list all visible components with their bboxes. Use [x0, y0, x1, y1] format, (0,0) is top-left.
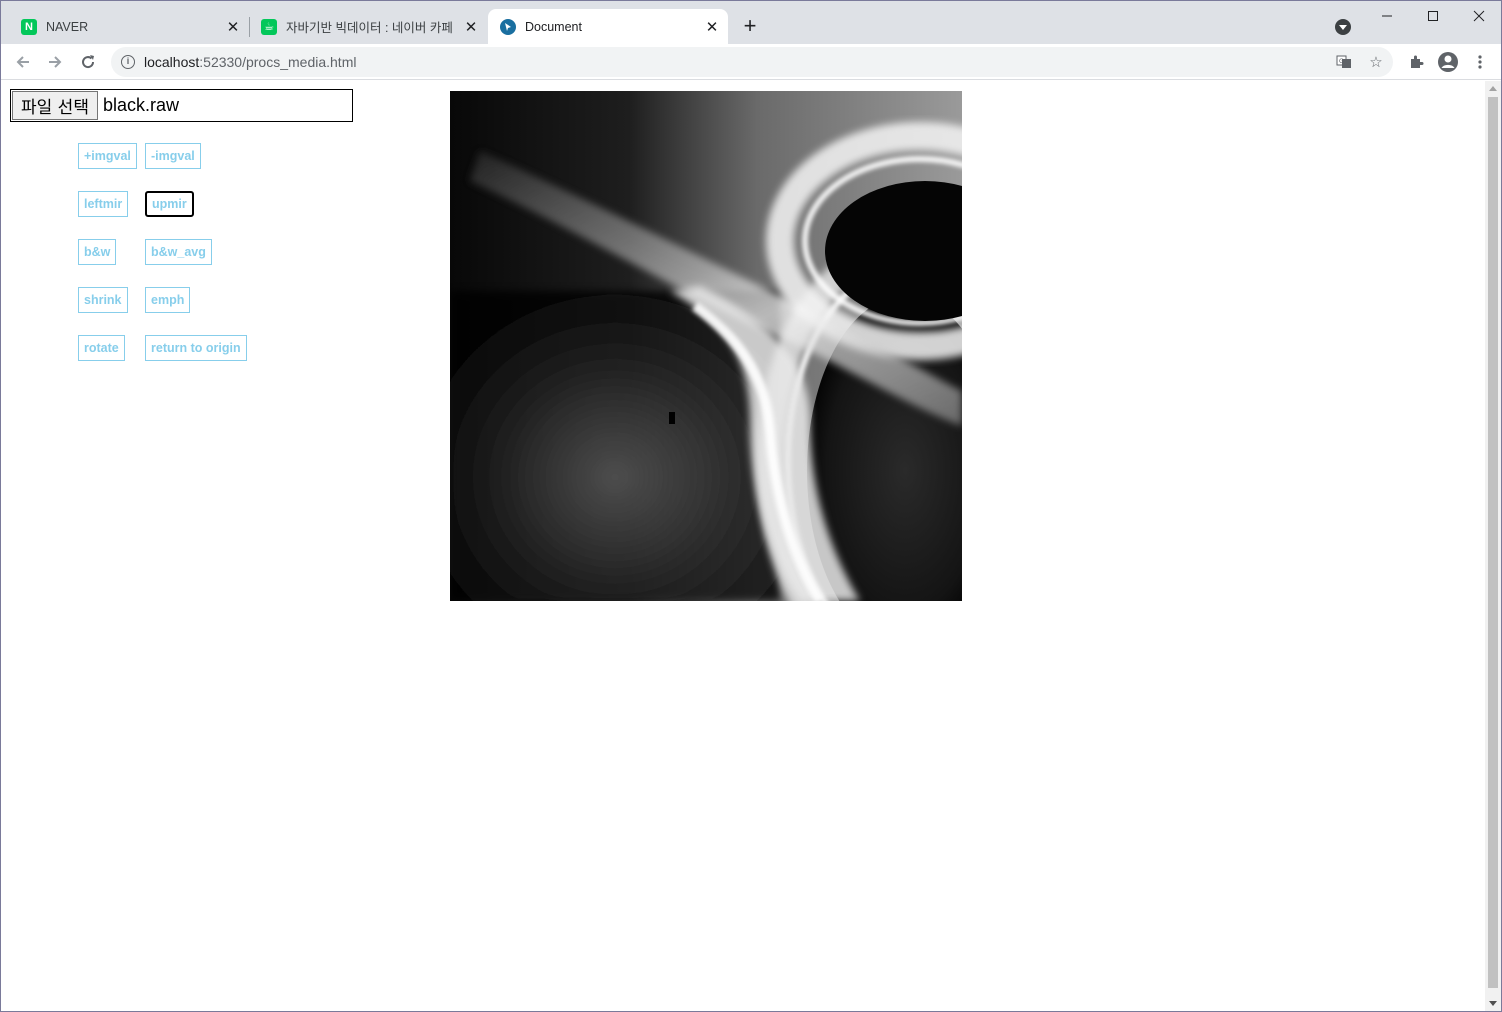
bw-button[interactable]: b&w [78, 239, 117, 265]
new-tab-icon[interactable]: + [739, 15, 761, 37]
reload-icon[interactable] [76, 50, 100, 74]
rotate-button[interactable]: rotate [78, 335, 125, 361]
emph-button[interactable]: emph [145, 287, 191, 313]
page-scrollbar[interactable] [1485, 81, 1501, 1011]
tab-naver[interactable]: N NAVER ✕ [1, 9, 249, 44]
selected-file-name: black.raw [102, 95, 179, 115]
translate-icon[interactable]: G [1334, 52, 1354, 72]
site-info-icon[interactable]: i [121, 55, 135, 69]
naver-favicon-icon: N [21, 18, 37, 35]
url-path: :52330/procs_media.html [199, 54, 357, 70]
back-icon[interactable] [11, 50, 35, 74]
tab-title: Document [525, 19, 582, 34]
tab-naver-cafe[interactable]: ☕ 자바기반 빅데이터 : 네이버 카페 ✕ [251, 9, 487, 44]
tab-search-icon[interactable] [1335, 19, 1351, 35]
tab-separator [249, 17, 250, 37]
minimize-icon[interactable] [1364, 1, 1410, 31]
tab-strip: N NAVER ✕ ☕ 자바기반 빅데이터 : 네이버 카페 ✕ Documen… [1, 1, 1501, 44]
svg-text:G: G [1339, 58, 1344, 65]
profile-avatar-icon[interactable] [1436, 50, 1460, 74]
bw-avg-button[interactable]: b&w_avg [145, 239, 212, 265]
url-host: localhost [144, 54, 200, 70]
document-favicon-icon [500, 18, 516, 35]
close-window-icon[interactable] [1456, 1, 1501, 31]
tab-title: NAVER [46, 19, 89, 34]
file-input[interactable]: 파일 선택 black.raw [10, 89, 353, 122]
close-tab-icon[interactable]: ✕ [704, 19, 720, 36]
upmir-button[interactable]: upmir [145, 191, 194, 217]
image-canvas[interactable] [450, 91, 962, 601]
forward-icon[interactable] [43, 50, 67, 74]
extensions-icon[interactable] [1404, 50, 1428, 74]
close-tab-icon[interactable]: ✕ [463, 19, 479, 36]
dark-speck [669, 412, 675, 424]
url-text: localhost:52330/procs_media.html [144, 54, 356, 70]
scroll-down-arrow-icon[interactable] [1489, 1001, 1497, 1006]
maximize-icon[interactable] [1410, 1, 1456, 31]
cafe-favicon-icon: ☕ [261, 18, 277, 35]
close-tab-icon[interactable]: ✕ [225, 19, 241, 36]
address-bar[interactable]: i localhost:52330/procs_media.html G ☆ [111, 47, 1393, 77]
plus-imgval-button[interactable]: +imgval [78, 143, 137, 169]
browser-toolbar: i localhost:52330/procs_media.html G ☆ [1, 44, 1501, 80]
choose-file-button[interactable]: 파일 선택 [12, 91, 98, 120]
scroll-up-arrow-icon[interactable] [1489, 86, 1497, 91]
shrink-button[interactable]: shrink [78, 287, 128, 313]
scrollbar-thumb[interactable] [1488, 97, 1498, 988]
page-viewport: 파일 선택 black.raw +imgval -imgval leftmir … [1, 81, 1485, 1011]
leftmir-button[interactable]: leftmir [78, 191, 129, 217]
bookmark-star-icon[interactable]: ☆ [1366, 52, 1386, 72]
tab-document[interactable]: Document ✕ [488, 9, 728, 44]
return-to-origin-button[interactable]: return to origin [145, 335, 247, 361]
menu-kebab-icon[interactable] [1468, 50, 1492, 74]
browser-window: N NAVER ✕ ☕ 자바기반 빅데이터 : 네이버 카페 ✕ Documen… [0, 0, 1502, 1012]
minus-imgval-button[interactable]: -imgval [145, 143, 201, 169]
tab-title: 자바기반 빅데이터 : 네이버 카페 [286, 21, 453, 35]
